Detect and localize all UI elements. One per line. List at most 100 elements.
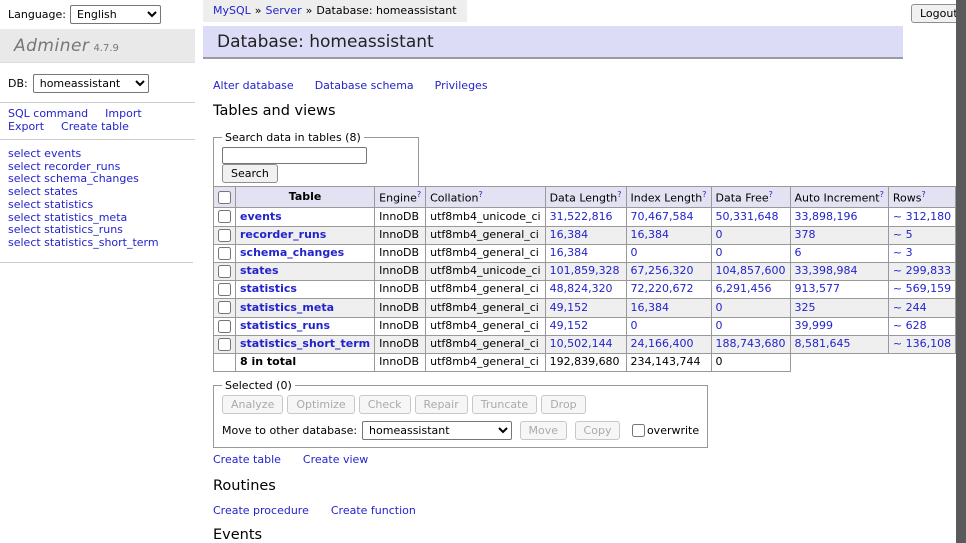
truncate-button[interactable]: Truncate [472,395,537,414]
routine-links: Create procedure Create function [213,504,438,517]
data-free-cell-link[interactable]: 0 [716,246,723,259]
data-length-cell-link[interactable]: 10,502,144 [550,337,613,350]
help-icon[interactable]: ? [769,190,773,199]
rows-cell-link[interactable]: ~ 136,108 [893,337,951,350]
help-icon[interactable]: ? [417,190,421,199]
move-db-select[interactable]: homeassistant [362,421,512,440]
routine-link[interactable]: Create function [331,504,416,517]
index-length-cell-link[interactable]: 0 [631,246,638,259]
data-length-cell-link[interactable]: 49,152 [550,319,589,332]
sidebar-table-link[interactable]: select statistics_short_term [8,237,159,250]
index-length-cell-link[interactable]: 70,467,584 [631,210,694,223]
data-free-cell-link[interactable]: 104,857,600 [716,264,786,277]
search-button[interactable]: Search [222,164,278,183]
help-icon[interactable]: ? [702,190,706,199]
auto-increment-cell-link[interactable]: 325 [795,301,816,314]
database-action-link[interactable]: Privileges [435,79,488,92]
breadcrumb-item[interactable]: MySQL [213,4,251,17]
row-checkbox[interactable] [218,210,231,223]
move-button[interactable]: Move [520,421,568,440]
sidebar-command-link[interactable]: Import [105,107,142,120]
table-name-link[interactable]: events [240,210,282,223]
table-name-link[interactable]: recorder_runs [240,228,326,241]
data-free-cell-link[interactable]: 50,331,648 [716,210,779,223]
data-length-cell-link[interactable]: 16,384 [550,246,589,259]
sidebar-table-link[interactable]: select states [8,186,159,199]
data-free-cell-link[interactable]: 0 [716,301,723,314]
data-free-cell-link[interactable]: 6,291,456 [716,282,772,295]
table-name-link[interactable]: statistics_runs [240,319,330,332]
data-free-cell-link[interactable]: 0 [716,228,723,241]
row-checkbox[interactable] [218,229,231,242]
table-name-link[interactable]: statistics_meta [240,301,334,314]
data-length-cell-link[interactable]: 16,384 [550,228,589,241]
help-icon[interactable]: ? [478,190,482,199]
row-checkbox[interactable] [218,247,231,260]
row-checkbox[interactable] [218,338,231,351]
database-action-link[interactable]: Database schema [315,79,414,92]
check-button[interactable]: Check [359,395,411,414]
select-all-checkbox[interactable] [218,191,231,204]
database-action-link[interactable]: Alter database [213,79,294,92]
auto-increment-cell-link[interactable]: 378 [795,228,816,241]
data-length-cell-link[interactable]: 48,824,320 [550,282,613,295]
auto-increment-cell-link[interactable]: 913,577 [795,282,841,295]
data-free-cell-link[interactable]: 188,743,680 [716,337,786,350]
rows-cell-link[interactable]: ~ 628 [893,319,927,332]
db-select[interactable]: homeassistant [33,74,149,93]
drop-button[interactable]: Drop [541,395,585,414]
table-name-link[interactable]: statistics_short_term [240,337,370,350]
row-checkbox[interactable] [218,301,231,314]
rows-cell-link[interactable]: ~ 569,159 [893,282,951,295]
index-length-cell-link[interactable]: 72,220,672 [631,282,694,295]
rows-cell-link[interactable]: ~ 244 [893,301,927,314]
rows-cell-link[interactable]: ~ 3 [893,246,913,259]
help-icon[interactable]: ? [617,190,621,199]
table-name-link[interactable]: states [240,264,279,277]
index-length-cell-link[interactable]: 67,256,320 [631,264,694,277]
rows-cell-link[interactable]: ~ 312,180 [893,210,951,223]
auto-increment-cell-link[interactable]: 33,898,196 [795,210,858,223]
help-icon[interactable]: ? [921,190,925,199]
repair-button[interactable]: Repair [415,395,468,414]
sidebar-command-link[interactable]: SQL command [8,107,88,120]
create-link[interactable]: Create table [213,453,281,466]
sidebar-table-link[interactable]: select statistics [8,199,159,212]
search-input[interactable] [222,147,367,164]
create-link[interactable]: Create view [303,453,368,466]
row-checkbox[interactable] [218,283,231,296]
sidebar-command-link[interactable]: Export [8,120,44,133]
data-length-cell-link[interactable]: 101,859,328 [550,264,620,277]
auto-increment-cell-link[interactable]: 8,581,645 [795,337,851,350]
help-icon[interactable]: ? [880,190,884,199]
copy-button[interactable]: Copy [575,421,621,440]
routine-link[interactable]: Create procedure [213,504,309,517]
data-length-cell-link[interactable]: 49,152 [550,301,589,314]
analyze-button[interactable]: Analyze [222,395,283,414]
index-length-cell-link[interactable]: 0 [631,319,638,332]
auto-increment-cell-link[interactable]: 33,398,984 [795,264,858,277]
data-free-cell-link[interactable]: 0 [716,319,723,332]
data-length-cell-link[interactable]: 31,522,816 [550,210,613,223]
breadcrumb-item[interactable]: Server [266,4,302,17]
index-length-cell-link[interactable]: 24,166,400 [631,337,694,350]
index-length-cell-link[interactable]: 16,384 [631,228,670,241]
overwrite-checkbox[interactable] [632,424,645,437]
rows-cell-link[interactable]: ~ 299,833 [893,264,951,277]
language-select[interactable]: English [70,5,161,24]
table-name-link[interactable]: schema_changes [240,246,344,259]
auto-increment-cell: 913,577 [790,281,888,299]
auto-increment-cell-link[interactable]: 39,999 [795,319,834,332]
app-name[interactable]: Adminer [14,36,89,56]
sidebar-table-link[interactable]: select events [8,148,159,161]
auto-increment-cell-link[interactable]: 6 [795,246,802,259]
rows-cell-link[interactable]: ~ 5 [893,228,913,241]
optimize-button[interactable]: Optimize [287,395,354,414]
index-length-cell-link[interactable]: 16,384 [631,301,670,314]
engine-cell: InnoDB [375,244,426,262]
sidebar-command-link[interactable]: Create table [61,120,129,133]
vertical-scrollbar[interactable] [956,0,966,543]
row-checkbox[interactable] [218,320,231,333]
row-checkbox[interactable] [218,265,231,278]
table-name-link[interactable]: statistics [240,282,297,295]
